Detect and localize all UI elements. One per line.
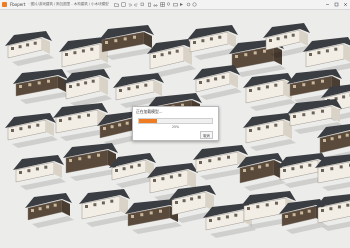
settings-icon[interactable] [186, 2, 191, 7]
app-name: Fbxpert [10, 2, 26, 7]
cancel-button[interactable]: 取消 [200, 131, 213, 139]
building-model[interactable] [25, 193, 74, 228]
maximize-icon[interactable] [332, 0, 341, 9]
building-model[interactable] [303, 37, 350, 75]
app-window: Fbxpert · 图片/游戏建筑 / 斯瓦图里 - 木构建筑 / 小木块模型 … [0, 0, 350, 248]
building-model[interactable] [5, 113, 58, 148]
render-icon[interactable] [179, 2, 184, 7]
cut-icon[interactable] [153, 2, 158, 7]
camera-icon[interactable] [172, 2, 178, 7]
grid-icon[interactable] [159, 2, 165, 7]
building-model[interactable] [63, 143, 120, 181]
building-model[interactable] [63, 69, 112, 107]
toolbar [113, 2, 198, 7]
copy-icon[interactable] [140, 2, 145, 7]
titlebar: Fbxpert · 图片/游戏建筑 / 斯瓦图里 - 木构建筑 / 小木块模型 [0, 0, 350, 10]
save-icon[interactable] [121, 2, 126, 7]
building-model[interactable] [13, 155, 66, 190]
minimize-icon[interactable] [323, 0, 332, 9]
redo-icon[interactable] [133, 2, 139, 7]
building-model[interactable] [79, 189, 132, 227]
progress-percent: 25% [171, 125, 180, 129]
light-icon[interactable] [166, 2, 171, 7]
close-icon[interactable] [341, 0, 350, 9]
building-model[interactable] [243, 73, 296, 111]
progress-fill [139, 119, 158, 123]
building-model[interactable] [13, 69, 70, 104]
building-model[interactable] [243, 113, 296, 151]
loading-dialog: 正在加载模型... 25% 取消 [132, 106, 219, 141]
help-icon[interactable] [192, 2, 197, 7]
building-model[interactable] [193, 65, 242, 100]
building-model[interactable] [5, 31, 54, 66]
building-model[interactable] [147, 39, 196, 77]
document-title: · 图片/游戏建筑 / 斯瓦图里 - 木构建筑 / 小木块模型 [28, 2, 109, 6]
progress-bar [138, 118, 213, 124]
app-logo-icon [2, 2, 7, 7]
paste-icon[interactable] [147, 2, 152, 7]
dialog-title: 正在加载模型... [136, 109, 163, 114]
open-icon[interactable] [114, 2, 119, 7]
undo-icon[interactable] [127, 2, 132, 7]
